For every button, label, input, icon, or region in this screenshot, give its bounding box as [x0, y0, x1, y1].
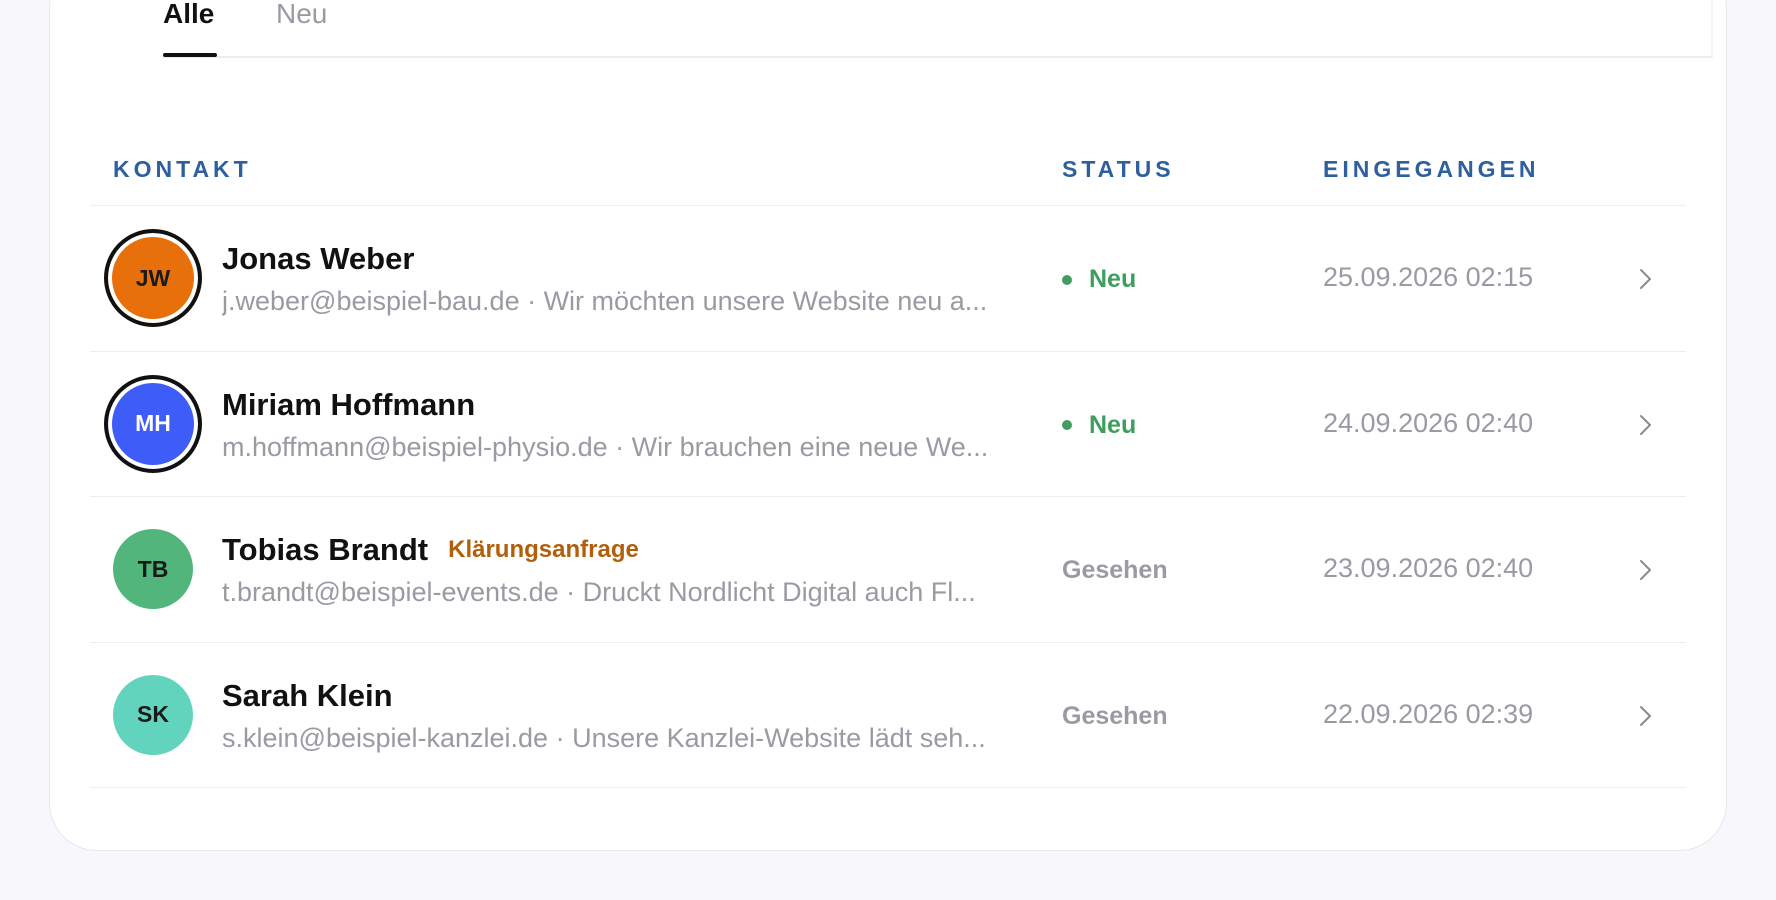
contact-subline: s.klein@beispiel-kanzlei.de · Unsere Kan… [222, 722, 986, 753]
name-line: Jonas Weber [222, 241, 414, 277]
tab-all[interactable]: Alle [163, 0, 214, 31]
avatar-initials: SK [137, 701, 169, 727]
request-tag: Klärungsanfrage [448, 536, 639, 563]
contact-subline: j.weber@beispiel-bau.de · Wir möchten un… [222, 286, 988, 316]
chevron-right-icon[interactable] [1635, 702, 1655, 730]
avatar: SK [113, 674, 193, 755]
contact-list: JW Jonas Weber j.weber@beispiel-bau.de ·… [90, 206, 1686, 788]
status-badge: Neu [1062, 411, 1136, 440]
tab-bar-divider [1711, 0, 1713, 57]
contact-name: Tobias Brandt [222, 532, 429, 567]
tab-bar: Alle Neu [163, 0, 1713, 58]
column-header-status: STATUS [1062, 156, 1175, 182]
chevron-right-icon[interactable] [1635, 411, 1655, 439]
table-row[interactable]: SK Sarah Klein s.klein@beispiel-kanzlei.… [90, 643, 1686, 788]
status-badge: Neu [1062, 265, 1136, 294]
contact-subline: m.hoffmann@beispiel-physio.de · Wir brau… [222, 431, 989, 462]
table-row[interactable]: JW Jonas Weber j.weber@beispiel-bau.de ·… [90, 206, 1686, 352]
status-text: Gesehen [1062, 556, 1168, 584]
received-date: 22.09.2026 02:39 [1323, 698, 1534, 729]
avatar: TB [113, 529, 193, 609]
contact-subline: t.brandt@beispiel-events.de · Druckt Nor… [222, 577, 976, 607]
status-dot-icon [1062, 420, 1072, 430]
avatar-initials: TB [137, 555, 169, 582]
status-dot-icon [1062, 274, 1072, 285]
status-badge: Gesehen [1062, 702, 1168, 731]
chevron-right-icon[interactable] [1635, 265, 1655, 293]
chevron-right-icon[interactable] [1635, 556, 1655, 584]
avatar: MH [104, 374, 202, 473]
received-date: 24.09.2026 02:40 [1323, 407, 1534, 438]
name-line: Tobias Brandt Klärungsanfrage [222, 532, 639, 568]
status-text: Gesehen [1062, 701, 1168, 730]
column-header-received: EINGEGANGEN [1323, 156, 1540, 182]
contact-name: Jonas Weber [222, 241, 415, 276]
received-date: 23.09.2026 02:40 [1323, 553, 1534, 583]
tab-new[interactable]: Neu [276, 0, 327, 31]
table-row[interactable]: TB Tobias Brandt Klärungsanfrage t.brand… [90, 497, 1686, 643]
avatar-initials: JW [135, 264, 171, 291]
contact-name: Miriam Hoffmann [222, 386, 476, 422]
active-tab-indicator [163, 53, 217, 57]
status-text: Neu [1089, 265, 1137, 293]
column-header-contact: KONTAKT [113, 156, 252, 182]
contact-name: Sarah Klein [222, 677, 393, 713]
name-line: Miriam Hoffmann [222, 387, 475, 423]
avatar: JW [104, 229, 202, 327]
status-badge: Gesehen [1062, 556, 1168, 585]
received-date: 25.09.2026 02:15 [1323, 262, 1534, 292]
table-row[interactable]: MH Miriam Hoffmann m.hoffmann@beispiel-p… [90, 352, 1686, 497]
avatar-initials: MH [135, 410, 171, 436]
status-text: Neu [1089, 410, 1137, 439]
name-line: Sarah Klein [222, 678, 393, 714]
